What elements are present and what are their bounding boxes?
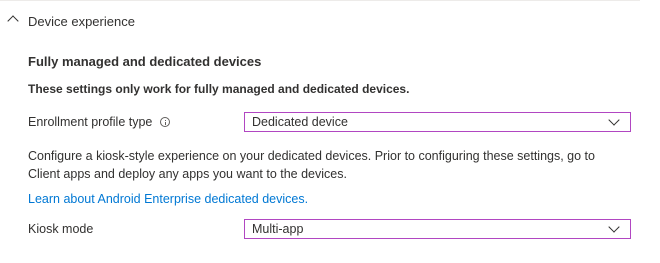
chevron-down-icon (608, 114, 620, 126)
top-divider (0, 0, 640, 1)
section-heading: Fully managed and dedicated devices (28, 54, 262, 69)
enrollment-profile-type-value: Dedicated device (252, 115, 348, 129)
enrollment-profile-type-label: Enrollment profile type (28, 115, 171, 129)
kiosk-mode-value: Multi-app (252, 222, 304, 236)
section-title: Device experience (28, 14, 135, 29)
learn-more-link[interactable]: Learn about Android Enterprise dedicated… (28, 192, 308, 206)
info-icon[interactable] (160, 117, 171, 127)
kiosk-mode-dropdown[interactable]: Multi-app (244, 219, 631, 239)
enrollment-profile-type-label-text: Enrollment profile type (28, 115, 153, 129)
chevron-up-icon[interactable] (7, 15, 19, 27)
kiosk-mode-label: Kiosk mode (28, 222, 93, 236)
settings-note: These settings only work for fully manag… (28, 82, 410, 96)
kiosk-mode-label-text: Kiosk mode (28, 222, 94, 236)
kiosk-description: Configure a kiosk-style experience on yo… (28, 149, 595, 181)
enrollment-profile-type-dropdown[interactable]: Dedicated device (244, 112, 631, 132)
chevron-down-icon (608, 221, 620, 233)
